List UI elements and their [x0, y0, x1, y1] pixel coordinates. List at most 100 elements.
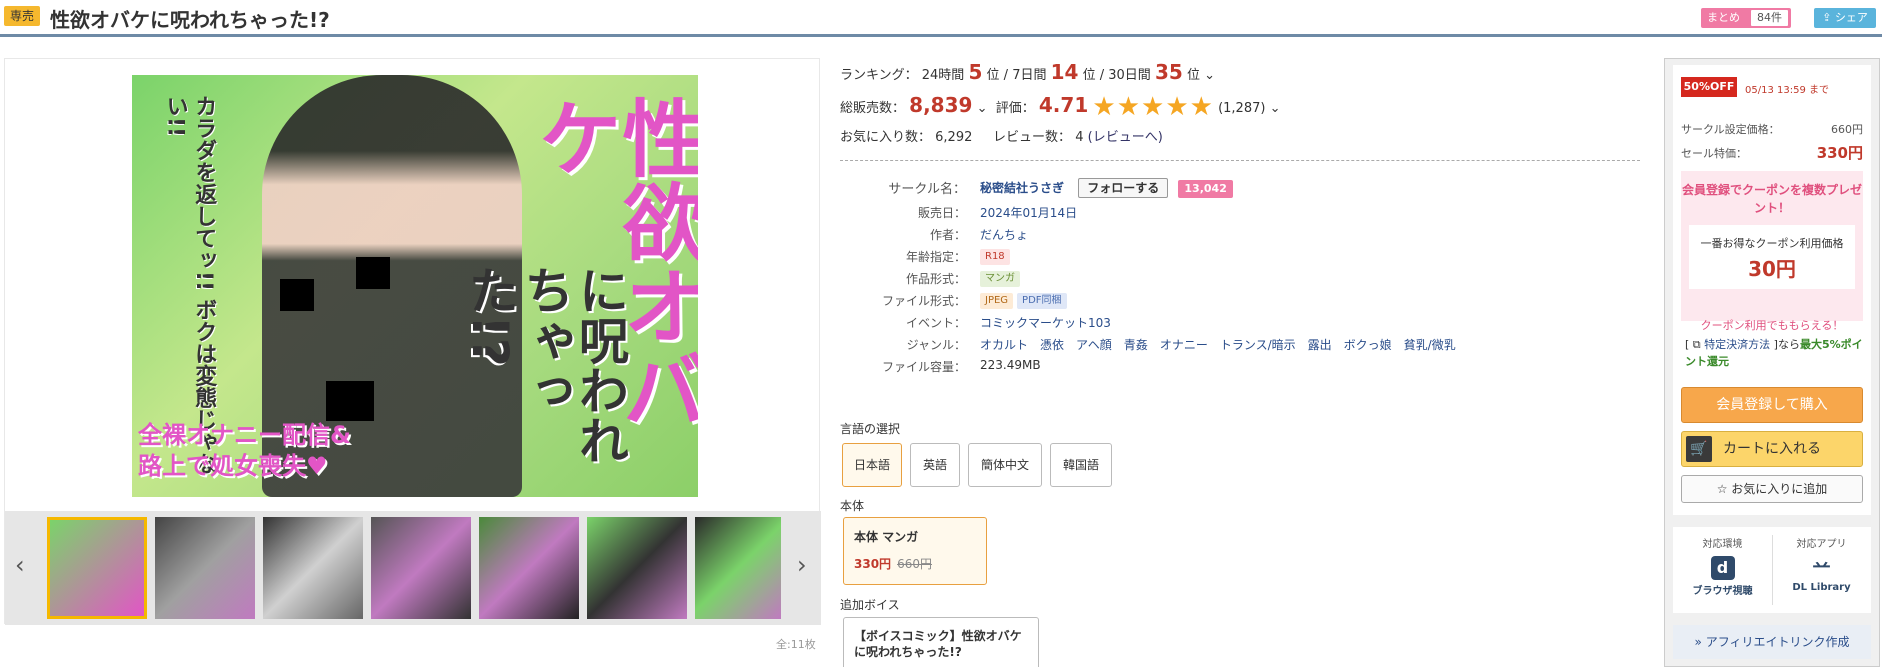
app-label: 対応アプリ: [1796, 539, 1847, 550]
lang-option-english[interactable]: 英語: [910, 443, 960, 487]
cover-image[interactable]: カラダを返してッ!! ボクは変態じゃない!! 性欲オバケ に呪われちゃった!? …: [132, 75, 698, 497]
voice-label: 追加ボイス: [840, 598, 900, 612]
cover-title-sub: に呪われちゃった!?: [461, 265, 629, 465]
edition-label: 本体: [840, 499, 865, 513]
form-tag[interactable]: マンガ: [980, 271, 1020, 287]
genre-list: オカルト 憑依 アヘ顔 青姦 オナニー トランス/暗示 露出 ボクっ娘 貧乳/微乳: [980, 336, 1468, 353]
matome-count: 84件: [1751, 10, 1788, 26]
age-tag[interactable]: R18: [980, 249, 1010, 265]
sale-end-date: 05/13 13:59 まで: [1745, 85, 1829, 96]
coupon-label: 一番お得なクーポン利用価格: [1700, 237, 1844, 250]
work-spec-table: サークル名： 秘密結社うさぎ フォローする 13,042 販売日： 2024年01…: [840, 178, 1540, 380]
cart-icon: 🛒: [1686, 436, 1712, 462]
circle-link[interactable]: 秘密結社うさぎ: [980, 181, 1064, 195]
divider: [840, 160, 1640, 161]
lang-option-korean[interactable]: 韓国語: [1050, 443, 1112, 487]
app-name: DL Library: [1792, 582, 1851, 593]
discount-badge: 50%OFF: [1681, 77, 1737, 97]
exclusive-badge: 専売: [4, 6, 41, 26]
coupon-note: クーポン利用でももらえる！: [1700, 319, 1844, 332]
coupon-heading: 会員登録でクーポンを複数プレゼント！: [1681, 183, 1862, 215]
genre-link[interactable]: オカルト: [980, 338, 1028, 352]
censor-block: [326, 381, 374, 421]
rating-stars: ★★★★★: [1092, 92, 1214, 122]
matome-button[interactable]: まとめ 84件: [1701, 8, 1791, 28]
review-count: 4: [1075, 130, 1084, 145]
chevron-down-icon[interactable]: ⌄: [1270, 101, 1281, 116]
prev-arrow-icon[interactable]: ‹: [15, 551, 25, 579]
sale-price-row: セール特価： 330円: [1681, 144, 1863, 162]
total-sales: 8,839: [909, 93, 973, 117]
rating-count: (1,287): [1218, 101, 1266, 116]
file-format-tag[interactable]: PDF同梱: [1017, 293, 1067, 309]
register-buy-button[interactable]: 会員登録して購入: [1681, 387, 1863, 423]
dl-library-icon: 䒑: [1809, 556, 1834, 580]
cover-bottom-text: 全裸オナニー配信& 路上で処女喪失♥: [138, 421, 351, 481]
thumbnail[interactable]: [263, 517, 363, 619]
rank-24h: 5: [968, 60, 983, 84]
external-link-icon: ⧉: [1692, 338, 1701, 351]
file-format-tag[interactable]: JPEG: [980, 293, 1014, 309]
genre-link[interactable]: 露出: [1308, 338, 1332, 352]
chevron-down-icon[interactable]: ⌄: [977, 101, 988, 116]
edition-option[interactable]: 本体 マンガ 330円 660円: [843, 517, 987, 585]
censor-block: [280, 279, 314, 311]
thumbnail[interactable]: [47, 517, 147, 619]
payment-method-link[interactable]: 特定決済方法: [1704, 338, 1770, 351]
purchase-panel: 50%OFF 05/13 13:59 まで サークル設定価格： 660円 セール…: [1664, 58, 1880, 667]
chevron-down-icon[interactable]: ⌄: [1204, 68, 1215, 83]
edition-title: 本体 マンガ: [854, 530, 919, 544]
language-label: 言語の選択: [840, 422, 901, 436]
file-size: 223.49MB: [980, 358, 1041, 372]
thumbnail[interactable]: [371, 517, 471, 619]
thumbnail[interactable]: [479, 517, 579, 619]
genre-link[interactable]: トランス/暗示: [1220, 338, 1296, 352]
review-link[interactable]: (レビューへ): [1088, 130, 1163, 145]
author-link[interactable]: だんちょ: [980, 226, 1028, 243]
thumbnail[interactable]: [587, 517, 687, 619]
page-header: 専売 性欲オバケに呪われちゃった!? まとめ 84件 ⇪ シェア: [0, 0, 1882, 37]
lang-option-japanese[interactable]: 日本語: [842, 443, 902, 487]
thumbnail[interactable]: [155, 517, 255, 619]
image-gallery: カラダを返してッ!! ボクは変態じゃない!! 性欲オバケ に呪われちゃった!? …: [4, 58, 821, 625]
page-title: 性欲オバケに呪われちゃった!?: [50, 8, 330, 32]
rank-30d: 35: [1154, 60, 1183, 84]
lang-option-chinese[interactable]: 簡体中文: [968, 443, 1042, 487]
payment-note: [ ⧉ 特定決済方法 ]なら最大5%ポイント還元: [1685, 338, 1863, 368]
affiliate-link[interactable]: » アフィリエイトリンク作成: [1673, 625, 1871, 659]
next-arrow-icon[interactable]: ›: [797, 551, 807, 579]
event-link[interactable]: コミックマーケット103: [980, 314, 1111, 331]
genre-link[interactable]: 貧乳/微乳: [1404, 338, 1456, 352]
browser-icon: d: [1710, 556, 1735, 580]
sales-row: 総販売数： 8,839 ⌄ 評価： 4.71 ★★★★★ (1,287) ⌄: [840, 92, 1281, 122]
edition-price: 330円 660円: [854, 557, 932, 571]
follow-count: 13,042: [1178, 180, 1233, 198]
share-icon: ⇪: [1822, 11, 1832, 24]
share-label: シェア: [1834, 11, 1868, 24]
voice-option[interactable]: 【ボイスコミック】性欲オバケに呪われちゃった!?: [843, 617, 1039, 667]
genre-link[interactable]: アヘ顔: [1076, 338, 1112, 352]
genre-link[interactable]: ボクっ娘: [1344, 338, 1392, 352]
matome-label: まとめ: [1707, 11, 1740, 24]
thumbnail-strip: ‹ ›: [5, 511, 821, 625]
add-favorite-button[interactable]: ☆ お気に入りに追加: [1681, 475, 1863, 503]
browser-name: ブラウザ視聴: [1692, 586, 1753, 597]
favorites-count: 6,292: [935, 130, 973, 145]
censor-block: [356, 257, 390, 289]
release-date[interactable]: 2024年01月14日: [980, 204, 1077, 221]
coupon-price: 30円: [1748, 257, 1796, 281]
genre-link[interactable]: 憑依: [1040, 338, 1064, 352]
supported-env: 対応環境 d ブラウザ視聴 対応アプリ 䒑 DL Library: [1673, 527, 1871, 613]
genre-link[interactable]: オナニー: [1160, 338, 1208, 352]
coupon-box[interactable]: 会員登録でクーポンを複数プレゼント！ 一番お得なクーポン利用価格 30円: [1681, 171, 1863, 321]
share-button[interactable]: ⇪ シェア: [1814, 8, 1876, 28]
set-price-row: サークル設定価格： 660円: [1681, 123, 1863, 136]
thumbnail[interactable]: [695, 517, 781, 619]
star-icon: ☆: [1716, 482, 1728, 496]
favorites-row: お気に入り数： 6,292 レビュー数： 4 (レビューへ): [840, 130, 1163, 145]
follow-button[interactable]: フォローする: [1078, 178, 1169, 198]
add-to-cart-button[interactable]: 🛒 カートに入れる: [1681, 431, 1863, 467]
env-label: 対応環境: [1702, 539, 1743, 550]
rating-value: 4.71: [1038, 93, 1089, 117]
genre-link[interactable]: 青姦: [1124, 338, 1148, 352]
